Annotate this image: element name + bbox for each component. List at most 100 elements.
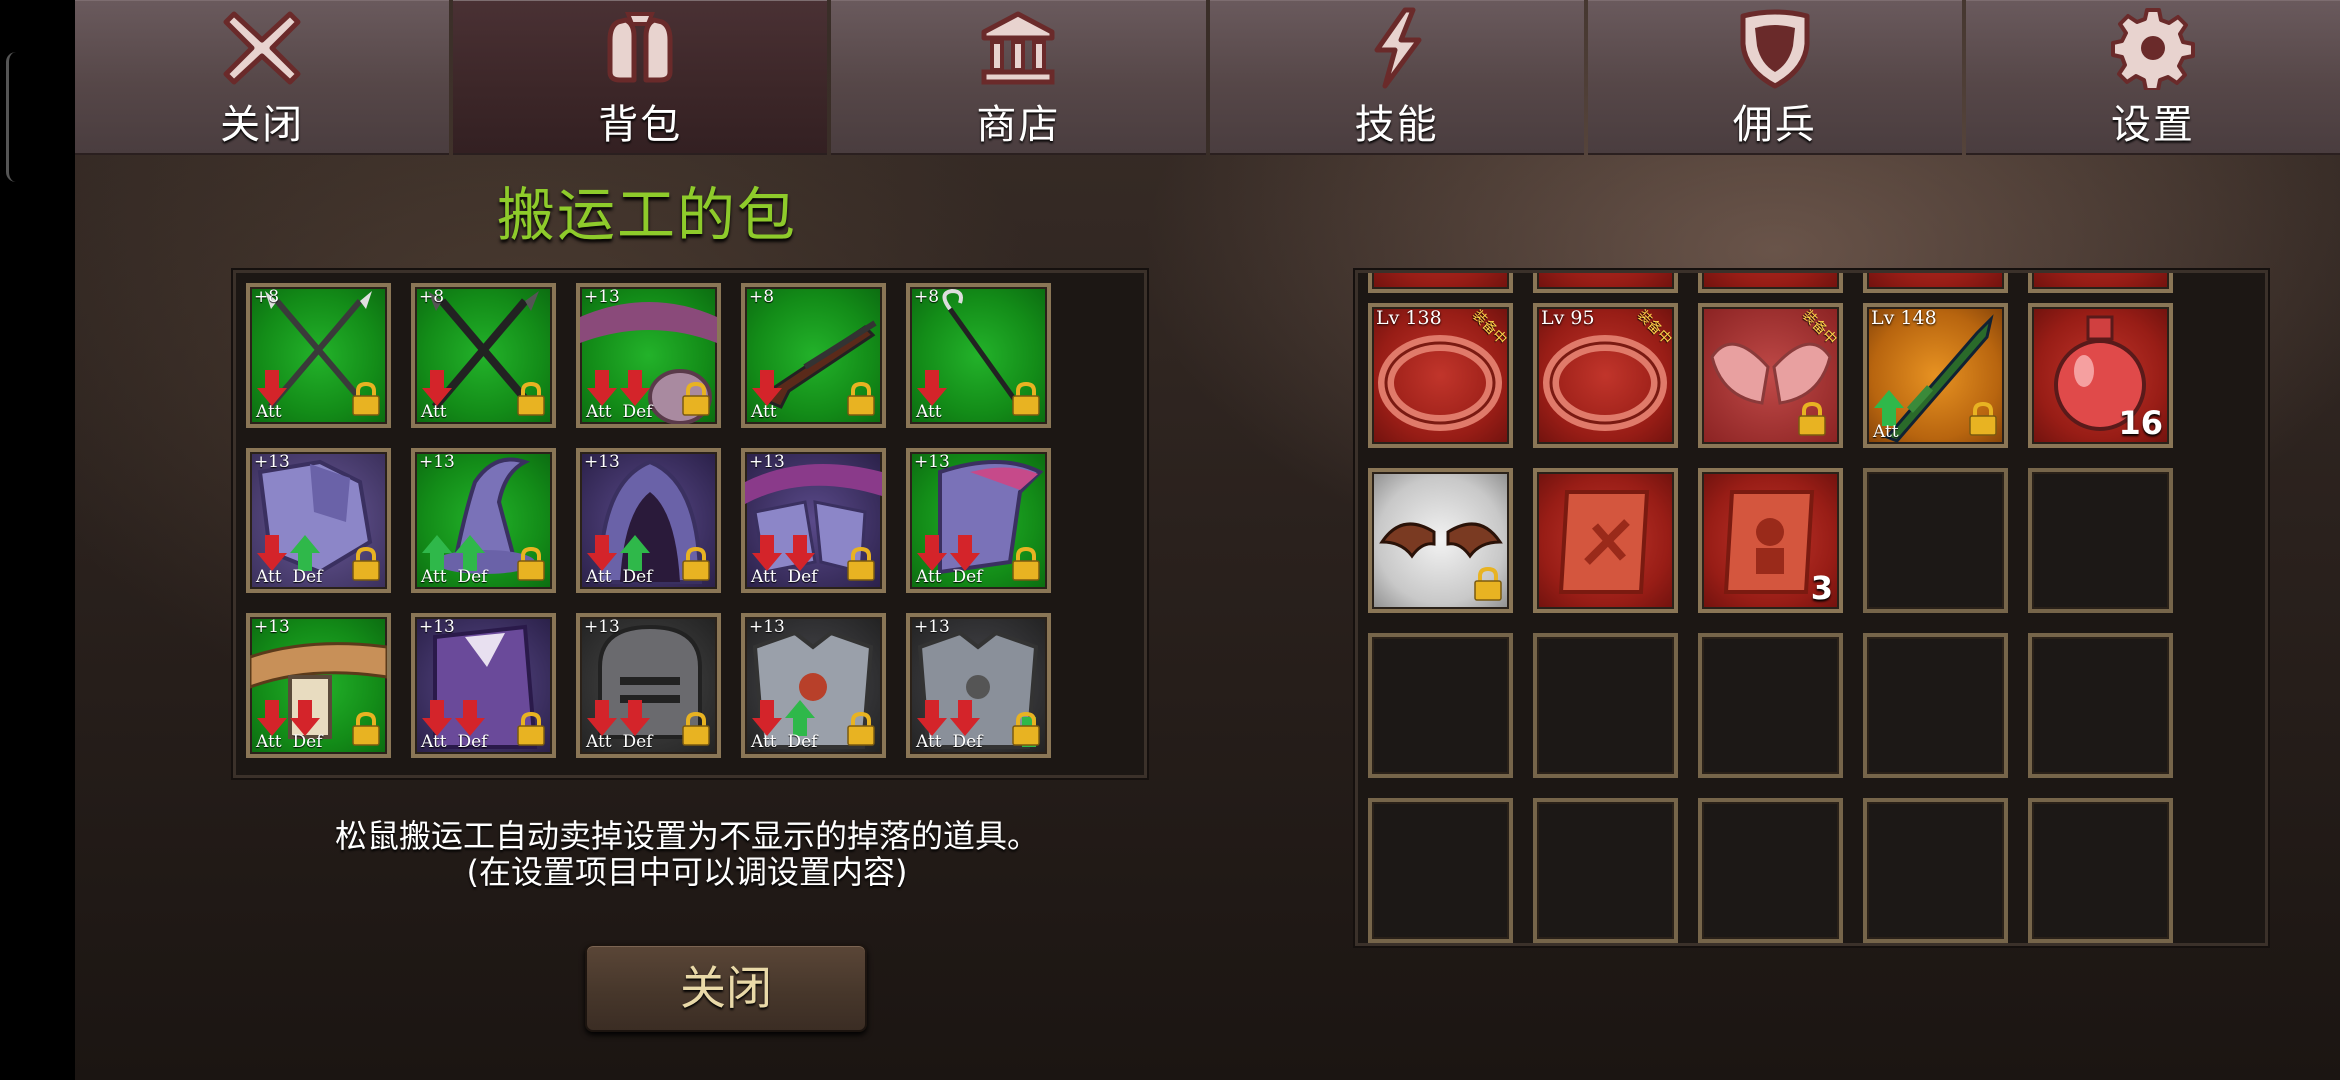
item-slot[interactable]: +8 Att — [411, 283, 556, 428]
lock-icon — [1969, 402, 1997, 436]
stat-down-arrow-icon — [620, 370, 650, 406]
stat-down-arrow-icon — [752, 370, 782, 406]
stat-down-arrow-icon — [785, 535, 815, 571]
stat-up-arrow-icon — [785, 700, 815, 736]
notice-line-1: 松鼠搬运工自动卖掉设置为不显示的掉落的道具。 — [334, 817, 1039, 855]
item-slot[interactable]: +13 Att Def — [246, 448, 391, 593]
item-slot[interactable]: 3 — [1698, 468, 1843, 613]
tab-backpack[interactable]: 背包 — [453, 0, 828, 155]
item-slot-partial[interactable] — [2028, 273, 2173, 293]
item-slot[interactable]: 装备中 — [1698, 303, 1843, 448]
item-slot[interactable]: Lv 95 装备中 — [1533, 303, 1678, 448]
bezel-curve — [6, 52, 19, 182]
tab-label: 技能 — [1354, 102, 1439, 148]
item-slot[interactable] — [1533, 468, 1678, 613]
stat-down-arrow-icon — [290, 700, 320, 736]
tab-label: 背包 — [598, 102, 683, 148]
empty-slot[interactable] — [1533, 798, 1678, 943]
stat-down-arrow-icon — [950, 700, 980, 736]
item-slot[interactable]: +13 Att Def — [576, 448, 721, 593]
stat-down-arrow-icon — [257, 535, 287, 571]
tab-label: 设置 — [2110, 102, 2195, 148]
stat-down-arrow-icon — [752, 700, 782, 736]
item-slot[interactable]: +13 Att Def — [741, 613, 886, 758]
stat-up-arrow-icon — [620, 535, 650, 571]
item-slot[interactable]: Lv 138 装备中 — [1368, 303, 1513, 448]
shield-icon — [1740, 9, 1810, 89]
top-tab-bar: 关闭 背包 商店 技能 佣兵 设置 — [75, 0, 2340, 155]
stat-up-arrow-icon — [455, 535, 485, 571]
item-slot[interactable]: +13 Att Def — [576, 283, 721, 428]
item-slot[interactable]: +13 Att Def — [576, 613, 721, 758]
item-slot[interactable]: +8 Att — [741, 283, 886, 428]
bag-title: 搬运工的包 — [497, 181, 798, 249]
game-screen: 关闭 背包 商店 技能 佣兵 设置 搬运工的包 +8 Att +8 Att +1… — [75, 0, 2340, 1080]
backpack-icon — [607, 12, 673, 83]
item-slot[interactable]: +13 Att Def — [411, 613, 556, 758]
auto-sell-notice: 松鼠搬运工自动卖掉设置为不显示的掉落的道具。 (在设置项目中可以调设置内容) — [233, 818, 1141, 890]
item-slot-partial[interactable] — [1533, 273, 1678, 293]
red-scroll-item — [1558, 490, 1650, 594]
item-slot[interactable]: 16 — [2028, 303, 2173, 448]
stat-down-arrow-icon — [422, 700, 452, 736]
close-button[interactable]: 关闭 — [585, 944, 867, 1032]
tab-skills[interactable]: 技能 — [1209, 0, 1584, 155]
notice-line-2: (在设置项目中可以调设置内容) — [466, 853, 908, 891]
porter-bag-grid: +8 Att +8 Att +13 Att Def +8 Att +8 Att … — [233, 270, 1147, 778]
lock-icon — [682, 547, 710, 581]
stat-down-arrow-icon — [422, 370, 452, 406]
stat-down-arrow-icon — [752, 535, 782, 571]
item-slot[interactable]: Lv 148 Att — [1863, 303, 2008, 448]
tab-settings[interactable]: 设置 — [1965, 0, 2340, 155]
stat-down-arrow-icon — [257, 370, 287, 406]
stat-down-arrow-icon — [917, 535, 947, 571]
empty-slot[interactable] — [1863, 633, 2008, 778]
empty-slot[interactable] — [1863, 798, 2008, 943]
item-slot[interactable]: +8 Att — [906, 283, 1051, 428]
item-slot-partial[interactable] — [1368, 273, 1513, 293]
item-slot[interactable]: +13 Att Def — [906, 613, 1051, 758]
tab-label: 关闭 — [220, 102, 305, 148]
lock-icon — [352, 712, 380, 746]
stat-down-arrow-icon — [917, 370, 947, 406]
lock-icon — [1012, 382, 1040, 416]
item-slot[interactable]: +13 Att Def — [741, 448, 886, 593]
tab-shop[interactable]: 商店 — [831, 0, 1206, 155]
stat-down-arrow-icon — [587, 700, 617, 736]
tab-mercenary[interactable]: 佣兵 — [1587, 0, 1962, 155]
stat-down-arrow-icon — [455, 700, 485, 736]
close-x-icon — [223, 11, 301, 85]
item-slot[interactable]: +13 Att Def — [411, 448, 556, 593]
stat-up-arrow-icon — [290, 535, 320, 571]
lock-icon — [847, 382, 875, 416]
lock-icon — [352, 547, 380, 581]
lock-icon — [517, 547, 545, 581]
empty-slot[interactable] — [2028, 633, 2173, 778]
screen-bezel — [0, 0, 75, 1080]
lock-icon — [682, 382, 710, 416]
empty-slot[interactable] — [1698, 798, 1843, 943]
empty-slot[interactable] — [1368, 798, 1513, 943]
empty-slot[interactable] — [1368, 633, 1513, 778]
item-slot-partial[interactable] — [1698, 273, 1843, 293]
empty-slot[interactable] — [1533, 633, 1678, 778]
lock-icon — [517, 382, 545, 416]
stat-down-arrow-icon — [587, 370, 617, 406]
empty-slot[interactable] — [1863, 468, 2008, 613]
tab-close[interactable]: 关闭 — [75, 0, 450, 155]
tab-label: 商店 — [976, 102, 1061, 148]
lock-icon — [1474, 567, 1502, 601]
lock-icon — [682, 712, 710, 746]
empty-slot[interactable] — [2028, 468, 2173, 613]
item-slot[interactable]: +13 Att Def — [246, 613, 391, 758]
lightning-icon — [1374, 7, 1422, 89]
stat-down-arrow-icon — [587, 535, 617, 571]
item-slot[interactable]: +8 Att — [246, 283, 391, 428]
item-slot[interactable] — [1368, 468, 1513, 613]
lock-icon — [847, 547, 875, 581]
item-slot-partial[interactable] — [1863, 273, 2008, 293]
item-slot[interactable]: +13 Att Def — [906, 448, 1051, 593]
empty-slot[interactable] — [2028, 798, 2173, 943]
lock-icon — [1798, 402, 1826, 436]
empty-slot[interactable] — [1698, 633, 1843, 778]
